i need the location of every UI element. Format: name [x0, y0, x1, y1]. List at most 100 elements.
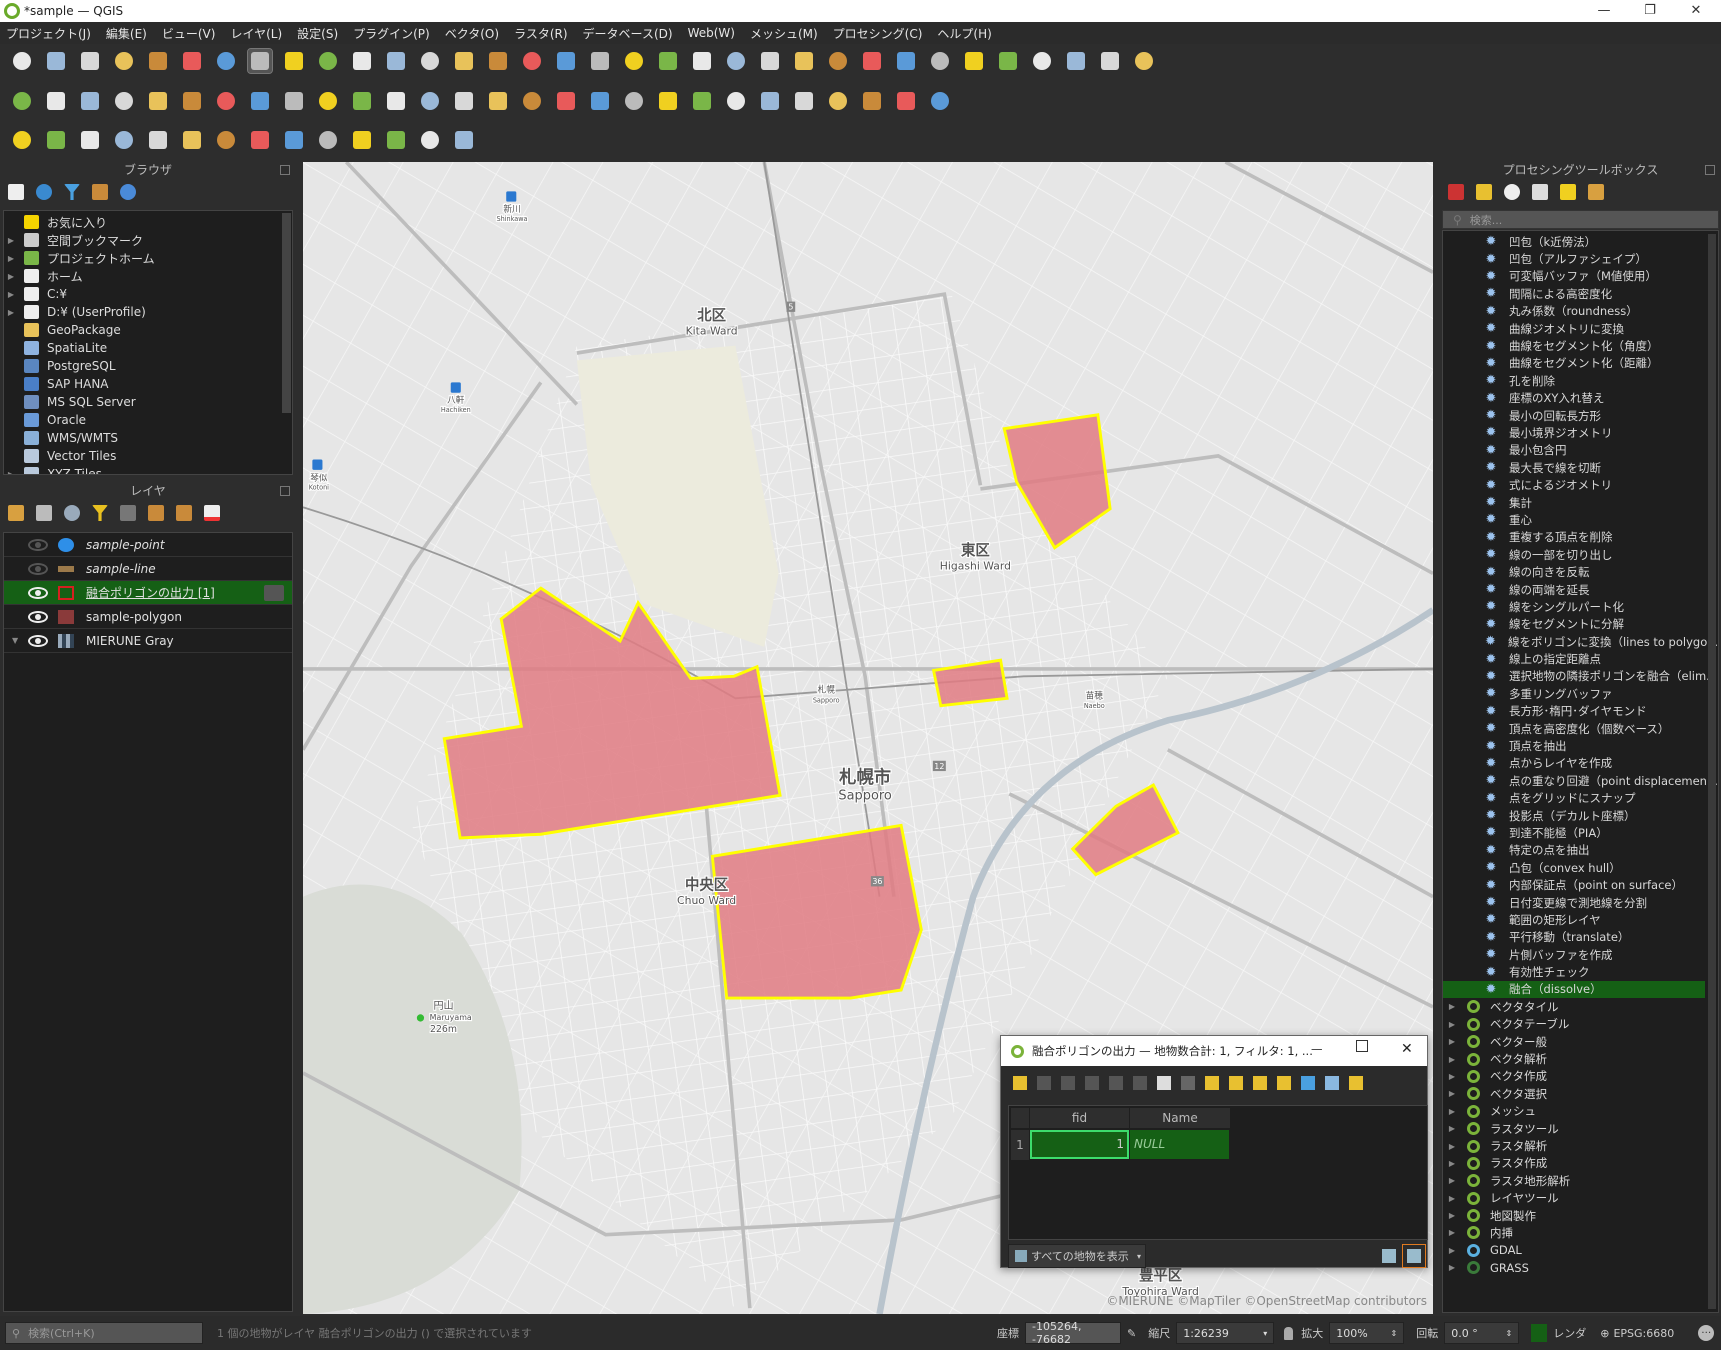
diagram-button[interactable] [588, 89, 612, 113]
algorithm-item[interactable]: ✹ 点をグリッドにスナップ [1443, 790, 1718, 807]
delete-feature-icon[interactable] [1109, 1076, 1123, 1090]
pan-button[interactable] [247, 48, 273, 74]
new-temporary-layer-button[interactable] [78, 89, 102, 113]
measure-button[interactable] [1064, 49, 1088, 73]
table-view-button[interactable] [1402, 1244, 1426, 1268]
layer-item[interactable]: sample-line [4, 557, 292, 581]
algorithm-item[interactable]: ✹ 曲線をセグメント化（距離） [1443, 355, 1718, 372]
zoom-last-button[interactable] [520, 49, 544, 73]
provider-group[interactable]: ▶ ベクタ選択 [1443, 1085, 1718, 1102]
provider-group[interactable]: ▶ ベクタテーブル [1443, 1016, 1718, 1033]
expand-arrow-icon[interactable]: ▶ [1445, 1211, 1459, 1220]
algorithm-item[interactable]: ✹ 線の一部を切り出し [1443, 546, 1718, 563]
georeference-button[interactable] [282, 128, 306, 152]
style-panel-icon[interactable] [8, 505, 24, 521]
messages-icon[interactable]: … [1698, 1325, 1715, 1341]
algorithm-item[interactable]: ✹ 式によるジオメトリ [1443, 476, 1718, 493]
maximize-button[interactable]: ❐ [1627, 0, 1673, 22]
zoom-next-button[interactable] [554, 49, 578, 73]
label-settings-button[interactable] [792, 89, 816, 113]
deselect-icon[interactable] [1277, 1076, 1291, 1090]
browser-item[interactable]: ▶ XYZ Tiles [4, 465, 292, 474]
maximize-button[interactable] [1356, 1040, 1368, 1052]
form-view-icon[interactable] [1382, 1249, 1396, 1263]
provider-group[interactable]: ▶ GDAL [1443, 1242, 1718, 1259]
provider-group[interactable]: ▶ ベクタ解析 [1443, 1050, 1718, 1067]
provider-group[interactable]: ▶ ベクター般 [1443, 1033, 1718, 1050]
expand-arrow-icon[interactable]: ▼ [12, 636, 18, 645]
algorithm-item[interactable]: ✹ 凹包（アルファシェイプ） [1443, 250, 1718, 267]
browser-item[interactable]: Vector Tiles [4, 447, 292, 465]
copy-icon[interactable] [1157, 1076, 1171, 1090]
algorithm-item[interactable]: ✹ 間隔による高密度化 [1443, 285, 1718, 302]
deselect-button[interactable] [826, 49, 850, 73]
add-group-icon[interactable] [36, 505, 52, 521]
render-checkbox[interactable] [1531, 1324, 1548, 1342]
zoom-full-button[interactable] [384, 49, 408, 73]
info-icon[interactable] [120, 184, 136, 200]
zoom-native-button[interactable] [486, 49, 510, 73]
expand-arrow-icon[interactable]: ▶ [1445, 1176, 1459, 1185]
history-icon[interactable] [1504, 184, 1520, 200]
coordinate-toggle-icon[interactable]: ✎ [1127, 1327, 1136, 1340]
column-header-fid[interactable]: fid [1030, 1108, 1129, 1128]
zoom-out-button[interactable] [350, 49, 374, 73]
provider-group[interactable]: ▶ ラスタ地形解析 [1443, 1172, 1718, 1189]
provider-group[interactable]: ▶ ベクタタイル [1443, 998, 1718, 1015]
metasearch-button[interactable] [860, 89, 884, 113]
provider-group[interactable]: ▶ 地図製作 [1443, 1207, 1718, 1224]
visibility-toggle-icon[interactable] [28, 538, 48, 551]
expand-arrow-icon[interactable]: ▶ [1445, 1107, 1459, 1116]
filter-icon[interactable] [1301, 1076, 1315, 1090]
open-field-calculator-button[interactable] [962, 49, 986, 73]
expand-arrow-icon[interactable]: ▶ [4, 290, 18, 299]
browser-item[interactable]: SpatiaLite [4, 339, 292, 357]
cell-fid[interactable]: 1 [1030, 1130, 1129, 1159]
algorithm-item[interactable]: ✹ 最小の回転長方形 [1443, 407, 1718, 424]
expand-arrow-icon[interactable]: ▶ [4, 236, 18, 245]
browser-item[interactable]: GeoPackage [4, 321, 292, 339]
save-project-button[interactable] [78, 49, 102, 73]
editing-indicator-icon[interactable] [264, 584, 284, 601]
attribute-table-open-button[interactable] [928, 49, 952, 73]
edit-features-in-place-icon[interactable] [1560, 184, 1576, 200]
browser-item[interactable]: WMS/WMTS [4, 429, 292, 447]
close-button[interactable]: ✕ [1673, 0, 1719, 22]
info-button[interactable] [418, 128, 442, 152]
visibility-toggle-icon[interactable] [28, 586, 48, 599]
add-spatialite-button[interactable] [78, 128, 102, 152]
collapse-all-icon[interactable] [92, 184, 108, 200]
models-icon[interactable] [1448, 184, 1464, 200]
options-icon[interactable] [1588, 184, 1604, 200]
browser-item[interactable]: お気に入り [4, 213, 292, 231]
algorithm-item[interactable]: ✹ 日付変更線で測地線を分割 [1443, 894, 1718, 911]
browser-item[interactable]: SAP HANA [4, 375, 292, 393]
row-number[interactable]: 1 [1011, 1130, 1029, 1160]
undock-icon[interactable] [280, 486, 290, 496]
select-features-button[interactable] [792, 49, 816, 73]
expand-arrow-icon[interactable]: ▶ [1445, 1037, 1459, 1046]
open-project-button[interactable] [44, 49, 68, 73]
algorithm-item[interactable]: ✹ 凸包（convex hull） [1443, 859, 1718, 876]
toggle-editing-icon[interactable] [1013, 1076, 1027, 1090]
browser-item[interactable]: ▶ C:¥ [4, 285, 292, 303]
minimize-button[interactable]: — [1581, 0, 1627, 22]
data-source-manager-button[interactable] [10, 89, 34, 113]
pan-to-selection-button[interactable] [282, 49, 306, 73]
expand-arrow-icon[interactable]: ▶ [1445, 1072, 1459, 1081]
new-map-view-button[interactable] [588, 49, 612, 73]
new-3d-view-button[interactable] [622, 49, 646, 73]
dissolved-polygon[interactable] [710, 823, 923, 1000]
menu-item[interactable]: プラグイン(P) [353, 25, 430, 42]
menu-item[interactable]: 編集(E) [106, 25, 147, 42]
annotation-settings-button[interactable] [1132, 49, 1156, 73]
algorithm-item[interactable]: ✹ 内部保証点（point on surface） [1443, 876, 1718, 893]
label-rotate-button[interactable] [724, 89, 748, 113]
expand-arrow-icon[interactable]: ▶ [4, 308, 18, 317]
algorithm-item[interactable]: ✹ 孔を削除 [1443, 372, 1718, 389]
add-feature-icon[interactable] [1085, 1076, 1099, 1090]
select-all-icon[interactable] [1229, 1076, 1243, 1090]
multi-edit-icon[interactable] [1037, 1076, 1051, 1090]
delete-selected-button[interactable] [350, 89, 374, 113]
layout-manager-button[interactable] [180, 49, 204, 73]
